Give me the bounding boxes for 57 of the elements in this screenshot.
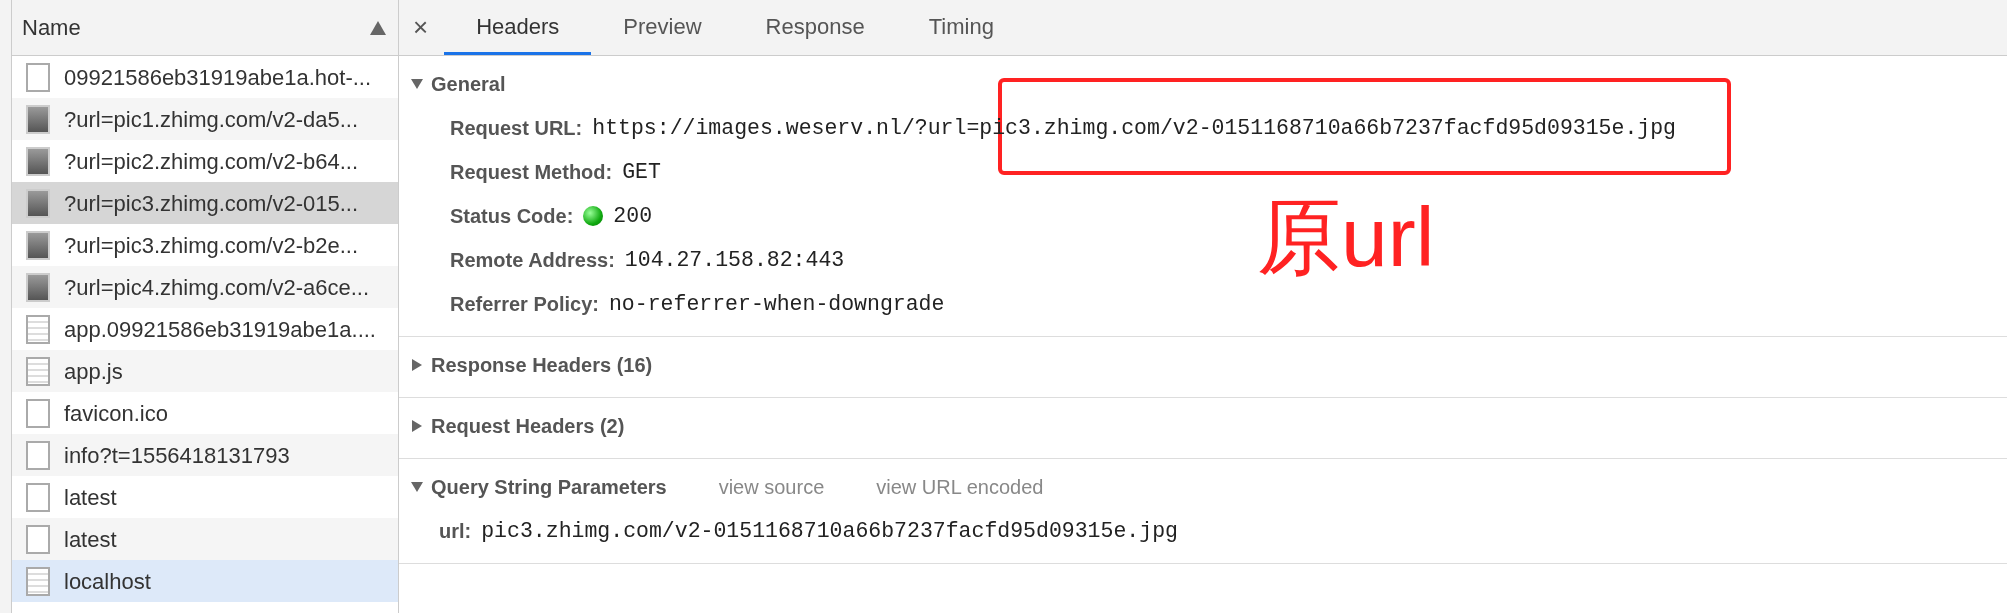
field-value: no-referrer-when-downgrade [608, 290, 945, 318]
blank-file-icon [26, 482, 50, 512]
image-thumbnail-icon [26, 188, 50, 218]
blank-file-icon [26, 398, 50, 428]
expanded-triangle-icon[interactable] [411, 78, 423, 90]
status-dot-icon [583, 206, 604, 226]
field-label: Referrer Policy: [450, 292, 599, 317]
request-row[interactable]: latest [12, 476, 398, 518]
toggle-link[interactable]: view URL encoded [876, 472, 1044, 502]
blank-file-icon [26, 524, 50, 554]
document-icon [26, 566, 50, 596]
request-row[interactable]: latest [12, 518, 398, 560]
document-icon [26, 356, 50, 386]
field-label: Remote Address: [450, 248, 615, 273]
section-title[interactable]: General [431, 69, 506, 99]
field-label: Request Method: [450, 160, 613, 185]
blank-file-icon [26, 440, 50, 470]
blank-file-icon [26, 62, 50, 92]
field-label: url: [439, 519, 472, 544]
image-thumbnail-icon [26, 230, 50, 260]
request-row[interactable]: ?url=pic2.zhimg.com/v2-b64... [12, 140, 398, 182]
request-row[interactable]: ?url=pic4.zhimg.com/v2-a6ce... [12, 266, 398, 308]
image-thumbnail-icon [26, 272, 50, 302]
request-row[interactable]: ?url=pic3.zhimg.com/v2-b2e... [12, 224, 398, 266]
collapsed-triangle-icon[interactable] [411, 359, 423, 371]
close-button[interactable]: × [413, 0, 445, 55]
tab[interactable]: Timing [896, 0, 1026, 55]
request-row[interactable]: localhost [12, 560, 398, 602]
annotation-text: 原url [1257, 195, 1435, 279]
document-icon [26, 314, 50, 344]
collapsed-triangle-icon[interactable] [411, 420, 423, 432]
request-row[interactable]: info?t=1556418131793 [12, 434, 398, 476]
sort-icon[interactable] [370, 20, 386, 35]
tab[interactable]: Preview [591, 0, 734, 55]
request-row[interactable]: 09921586eb31919abe1a.hot-... [12, 56, 398, 98]
field-label: Status Code: [450, 204, 574, 229]
toggle-link[interactable]: view source [718, 472, 825, 502]
field-value: 104.27.158.82:443 [624, 246, 845, 274]
image-thumbnail-icon [26, 104, 50, 134]
column-header[interactable]: Name [12, 0, 398, 56]
request-row[interactable]: ?url=pic3.zhimg.com/v2-015... [12, 182, 398, 224]
section-title[interactable]: Query String Parameters [431, 472, 667, 502]
tab[interactable]: Response [733, 0, 897, 55]
column-title: Name [22, 14, 81, 42]
request-row[interactable]: app.js [12, 350, 398, 392]
request-row[interactable]: favicon.ico [12, 392, 398, 434]
image-thumbnail-icon [26, 146, 50, 176]
request-row[interactable]: ?url=pic1.zhimg.com/v2-da5... [12, 98, 398, 140]
field-value: GET [622, 158, 661, 186]
section-title[interactable]: Response Headers (16) [431, 350, 653, 380]
field-label: Request URL: [450, 116, 583, 141]
expanded-triangle-icon[interactable] [411, 481, 423, 493]
request-row[interactable]: app.09921586eb31919abe1a.... [12, 308, 398, 350]
field-value: pic3.zhimg.com/v2-0151168710a66b7237facfd95d09315e.jpg [481, 517, 1178, 545]
field-value: 200 [613, 202, 653, 230]
section-title[interactable]: Request Headers (2) [431, 411, 625, 441]
tab[interactable]: Headers [444, 0, 592, 55]
